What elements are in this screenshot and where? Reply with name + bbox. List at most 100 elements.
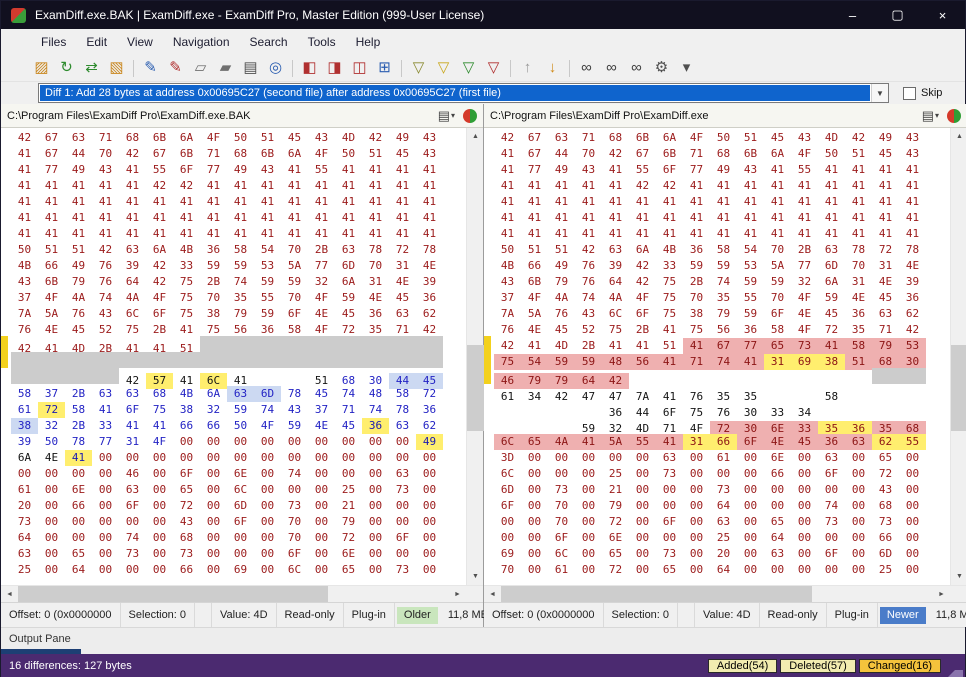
options-icon[interactable]: ⚙ <box>649 56 674 80</box>
scrollbar-thumb[interactable] <box>18 586 328 602</box>
zoom-icon[interactable]: ◎ <box>263 56 288 80</box>
hex-byte[interactable]: 00 <box>845 562 872 578</box>
vertical-scrollbar[interactable]: ▲ ▼ <box>950 128 966 585</box>
vertical-scrollbar[interactable]: ▲ ▼ <box>466 128 483 585</box>
scroll-left-icon[interactable]: ◄ <box>484 586 501 603</box>
scrollbar-track[interactable] <box>501 586 933 602</box>
open-files-icon[interactable]: ▨ <box>29 56 54 80</box>
menu-item-files[interactable]: Files <box>31 29 76 55</box>
second-hex-grid-area[interactable]: 42676371686B6A4F505145434D42494341674470… <box>484 128 950 585</box>
hex-byte[interactable]: 00 <box>119 562 146 578</box>
print-caret-icon[interactable]: ▾ <box>935 111 939 120</box>
scrollbar-thumb[interactable] <box>951 345 966 431</box>
resize-grip[interactable] <box>947 662 963 677</box>
filter-deleted-icon[interactable]: ▽ <box>456 56 481 80</box>
skip-checkbox[interactable] <box>903 87 916 100</box>
recompare-icon[interactable]: ↻ <box>54 56 79 80</box>
hex-byte[interactable]: 72 <box>602 562 629 578</box>
menu-item-navigation[interactable]: Navigation <box>163 29 240 55</box>
filter-all-icon[interactable]: ▽ <box>406 56 431 80</box>
scroll-up-icon[interactable]: ▲ <box>467 128 484 145</box>
copy-first-icon[interactable]: ▱ <box>188 56 213 80</box>
menu-item-edit[interactable]: Edit <box>76 29 117 55</box>
skip-control[interactable]: Skip <box>903 87 955 100</box>
scroll-up-icon[interactable]: ▲ <box>951 128 966 145</box>
hex-byte[interactable]: 64 <box>65 562 92 578</box>
print-icon[interactable]: ▤ <box>922 108 934 124</box>
scroll-down-icon[interactable]: ▼ <box>467 568 484 585</box>
close-button[interactable]: × <box>920 1 965 29</box>
hex-byte[interactable]: 00 <box>521 562 548 578</box>
hex-byte[interactable]: 66 <box>173 562 200 578</box>
menu-item-view[interactable]: View <box>117 29 163 55</box>
hex-byte[interactable]: 00 <box>629 562 656 578</box>
menu-item-search[interactable]: Search <box>240 29 298 55</box>
hex-byte[interactable]: 69 <box>227 562 254 578</box>
scrollbar-thumb[interactable] <box>467 345 484 431</box>
hex-byte[interactable]: 00 <box>764 562 791 578</box>
scrollbar-track[interactable] <box>18 586 449 602</box>
hex-byte[interactable]: 00 <box>200 562 227 578</box>
hex-byte[interactable]: 00 <box>362 562 389 578</box>
hex-byte[interactable]: 65 <box>656 562 683 578</box>
first-hex-grid-area[interactable]: 42676371686B6A4F505145434D42494341674470… <box>1 128 466 585</box>
scroll-left-icon[interactable]: ◄ <box>1 586 18 603</box>
scroll-right-icon[interactable]: ► <box>933 586 950 603</box>
hex-byte[interactable]: 00 <box>416 562 443 578</box>
horizontal-scrollbar[interactable]: ◄ ► <box>484 585 966 602</box>
print-icon[interactable]: ▤ <box>238 56 263 80</box>
split-view-icon[interactable]: ◫ <box>347 56 372 80</box>
show-first-only-icon[interactable]: ◧ <box>297 56 322 80</box>
hex-byte[interactable]: 6C <box>281 562 308 578</box>
hex-byte[interactable]: 00 <box>254 562 281 578</box>
hex-byte[interactable]: 00 <box>92 562 119 578</box>
chevron-down-icon[interactable]: ▼ <box>871 84 888 102</box>
output-pane-tab[interactable]: Output Pane <box>9 633 71 645</box>
copy-second-icon[interactable]: ▰ <box>213 56 238 80</box>
edit-second-icon[interactable]: ✎ <box>163 56 188 80</box>
show-second-only-icon[interactable]: ◨ <box>322 56 347 80</box>
hex-byte[interactable]: 00 <box>899 562 926 578</box>
print-icon[interactable]: ▤ <box>438 108 450 124</box>
maximize-button[interactable]: ▢ <box>875 1 920 29</box>
scrollbar-track[interactable] <box>467 145 483 568</box>
find-in-files-icon[interactable]: ∞ <box>624 56 649 80</box>
filter-changed-icon[interactable]: ▽ <box>481 56 506 80</box>
diff-selector-combobox[interactable]: Diff 1: Add 28 bytes at address 0x00695C… <box>38 83 889 103</box>
hex-byte[interactable]: 70 <box>494 562 521 578</box>
hex-byte[interactable]: 00 <box>818 562 845 578</box>
swap-panes-icon[interactable]: ⇄ <box>79 56 104 80</box>
horizontal-scrollbar[interactable]: ◄ ► <box>1 585 483 602</box>
hex-byte[interactable]: 25 <box>11 562 38 578</box>
find-next-icon[interactable]: ∞ <box>599 56 624 80</box>
hex-byte[interactable]: 00 <box>308 562 335 578</box>
hex-byte[interactable]: 00 <box>575 562 602 578</box>
hex-byte[interactable]: 00 <box>38 562 65 578</box>
previous-diff-icon[interactable]: ↑ <box>515 56 540 80</box>
scroll-down-icon[interactable]: ▼ <box>951 568 966 585</box>
minimize-button[interactable]: – <box>830 1 875 29</box>
hex-byte[interactable]: 61 <box>548 562 575 578</box>
edit-first-icon[interactable]: ✎ <box>138 56 163 80</box>
hex-byte[interactable]: 73 <box>389 562 416 578</box>
menu-item-tools[interactable]: Tools <box>298 29 346 55</box>
menu-item-help[interactable]: Help <box>346 29 391 55</box>
hex-byte[interactable]: 25 <box>872 562 899 578</box>
hex-byte[interactable]: 00 <box>791 562 818 578</box>
next-diff-icon[interactable]: ↓ <box>540 56 565 80</box>
find-icon[interactable]: ∞ <box>574 56 599 80</box>
options-caret-icon[interactable]: ▾ <box>674 56 699 80</box>
scrollbar-track[interactable] <box>951 145 966 568</box>
hex-byte[interactable]: 00 <box>683 562 710 578</box>
print-caret-icon[interactable]: ▾ <box>451 111 455 120</box>
hex-byte[interactable]: 64 <box>710 562 737 578</box>
table-view-icon[interactable]: ⊞ <box>372 56 397 80</box>
filter-added-icon[interactable]: ▽ <box>431 56 456 80</box>
scroll-right-icon[interactable]: ► <box>449 586 466 603</box>
open-session-icon[interactable]: ▧ <box>104 56 129 80</box>
hex-byte[interactable]: 00 <box>146 562 173 578</box>
examdiff-logo-icon[interactable] <box>947 109 961 123</box>
scrollbar-thumb[interactable] <box>501 586 812 602</box>
examdiff-logo-icon[interactable] <box>463 109 477 123</box>
hex-byte[interactable]: 65 <box>335 562 362 578</box>
